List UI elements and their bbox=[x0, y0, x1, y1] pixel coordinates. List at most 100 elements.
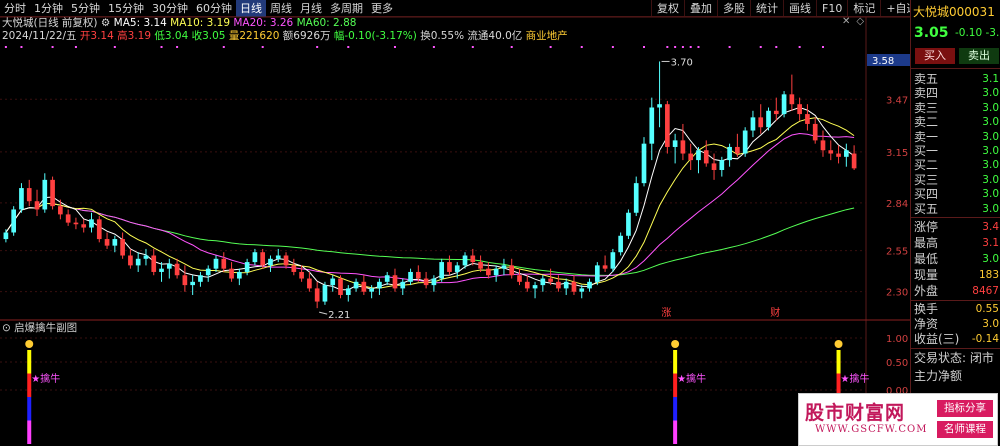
candle-body bbox=[384, 275, 390, 282]
settings-gear-icon[interactable]: ⚙ bbox=[101, 17, 114, 29]
candle-body bbox=[392, 275, 398, 289]
candle-body bbox=[314, 288, 320, 302]
ma5-line bbox=[5, 106, 855, 291]
candle-body bbox=[244, 262, 250, 272]
signal-dot bbox=[697, 46, 700, 48]
book-value: 3.0 bbox=[982, 116, 999, 129]
candle-body bbox=[58, 206, 63, 215]
candle-body bbox=[11, 209, 17, 233]
candle-body bbox=[166, 263, 172, 269]
book-row: 买五 3.0 bbox=[914, 202, 1000, 216]
ma20-value: MA20: 3.26 bbox=[233, 17, 294, 29]
candle-body bbox=[237, 271, 242, 279]
candle-body bbox=[143, 255, 149, 259]
candle-body bbox=[493, 268, 499, 276]
book-label: 买四 bbox=[914, 187, 939, 202]
signal-dot bbox=[821, 46, 824, 48]
candle-body bbox=[89, 219, 94, 228]
price-tick-label: 2.84 bbox=[886, 199, 908, 210]
candle-body bbox=[330, 278, 336, 286]
book-row: 卖四 3.0 bbox=[914, 86, 1000, 100]
stock-code: 000031 bbox=[949, 5, 995, 19]
signal-bar-segment bbox=[673, 420, 678, 444]
signal-dot bbox=[674, 46, 677, 48]
signal-dot bbox=[20, 46, 23, 48]
signal-bar-segment bbox=[27, 350, 32, 374]
collapse-icon[interactable]: ⊙ bbox=[2, 322, 11, 334]
book-label: 卖一 bbox=[914, 129, 939, 144]
candle-body bbox=[361, 281, 367, 292]
book-value: 3.0 bbox=[982, 145, 999, 157]
signal-dot bbox=[471, 46, 474, 48]
sector-tag[interactable]: 商业地产 bbox=[526, 30, 568, 42]
candle-body bbox=[851, 153, 857, 169]
ma60-value: MA60: 2.88 bbox=[296, 17, 357, 29]
ma10-value: MA10: 3.19 bbox=[170, 17, 231, 29]
sub-indicator-name: 启爆擒牛副图 bbox=[14, 322, 78, 334]
stat-row: 最高 3.1 bbox=[914, 236, 1000, 251]
signal-dot bbox=[261, 46, 264, 48]
candle-body bbox=[104, 239, 110, 246]
stat-row: 换手 0.55 bbox=[914, 302, 1000, 317]
sub-tick-label: 1.00 bbox=[886, 334, 908, 345]
stat-value: 3.1 bbox=[982, 237, 999, 249]
price-change: -0.10 -3. bbox=[955, 27, 999, 39]
book-row: 买三 3.0 bbox=[914, 173, 1000, 187]
candle-body bbox=[563, 281, 569, 289]
candle-body bbox=[486, 268, 491, 276]
book-value: 3.0 bbox=[982, 130, 999, 143]
volume-value: 221620 bbox=[239, 30, 280, 42]
candle-body bbox=[501, 265, 507, 269]
candle-body bbox=[431, 278, 437, 286]
book-row: 卖三 3.0 bbox=[914, 101, 1000, 115]
sell-button[interactable]: 卖出 bbox=[959, 48, 999, 64]
candle-body bbox=[711, 163, 717, 170]
high-value: 3.19 bbox=[127, 30, 152, 42]
kline-chart[interactable]: 3.47 3.15 2.84 2.55 2.30 3.58 3.70 2.21 涨 财 1.00 0.… bbox=[0, 0, 910, 446]
book-row: 卖一 3.0 bbox=[914, 130, 1000, 144]
site-watermark-logo: 股市财富网 WWW.GSCFW.COM 指标分享 名师课程 bbox=[798, 393, 998, 446]
candle-body bbox=[447, 262, 452, 272]
stat-value: 3.4 bbox=[982, 221, 999, 233]
candle-body bbox=[198, 275, 203, 282]
candle-body bbox=[781, 94, 787, 115]
candle-body bbox=[135, 258, 141, 266]
stock-title: 大悦城(日线 前复权) bbox=[2, 17, 98, 29]
candle-body bbox=[587, 281, 592, 289]
stock-name: 大悦城 bbox=[913, 5, 950, 19]
close-icon[interactable]: ✕ bbox=[842, 16, 850, 27]
book-label: 卖二 bbox=[914, 115, 939, 130]
candle-body bbox=[789, 94, 795, 105]
signal-bar-segment bbox=[836, 350, 841, 374]
signal-dot bbox=[798, 46, 801, 48]
ma-info-line: 大悦城(日线 前复权) ⚙ MA5: 3.14 MA10: 3.19 MA20:… bbox=[2, 17, 356, 30]
logo-url: WWW.GSCFW.COM bbox=[815, 424, 928, 435]
signal-dot bbox=[643, 46, 645, 48]
stat-value: 3.0 bbox=[982, 253, 999, 265]
book-label: 卖四 bbox=[914, 86, 939, 101]
stat-value: 0.55 bbox=[975, 303, 999, 315]
low-annotation: 2.21 bbox=[328, 310, 350, 321]
candle-body bbox=[626, 212, 631, 236]
candle-body bbox=[828, 150, 834, 154]
stat-label: 净资 bbox=[914, 317, 939, 331]
book-row: 买四 3.0 bbox=[914, 187, 1000, 201]
stat-label: 最高 bbox=[914, 236, 939, 250]
low-label: 低 bbox=[154, 30, 165, 42]
candle-body bbox=[338, 278, 343, 295]
candle-body bbox=[415, 271, 421, 279]
side-divider bbox=[910, 68, 1000, 69]
candle-body bbox=[478, 262, 483, 269]
candle-body bbox=[190, 281, 195, 286]
low-value: 3.04 bbox=[164, 30, 189, 42]
candle-body bbox=[229, 268, 234, 279]
buy-button[interactable]: 买入 bbox=[915, 48, 955, 64]
candle-body bbox=[299, 271, 304, 279]
event-mark-zhang: 涨 bbox=[661, 307, 671, 319]
signal-label: ★擒牛 bbox=[677, 372, 706, 385]
money-bag-icon bbox=[671, 340, 680, 348]
high-label: 高 bbox=[117, 30, 128, 42]
book-row: 卖五 3.1 bbox=[914, 72, 1000, 86]
settings-icon[interactable]: ◇ bbox=[856, 16, 864, 27]
candle-body bbox=[657, 104, 662, 108]
